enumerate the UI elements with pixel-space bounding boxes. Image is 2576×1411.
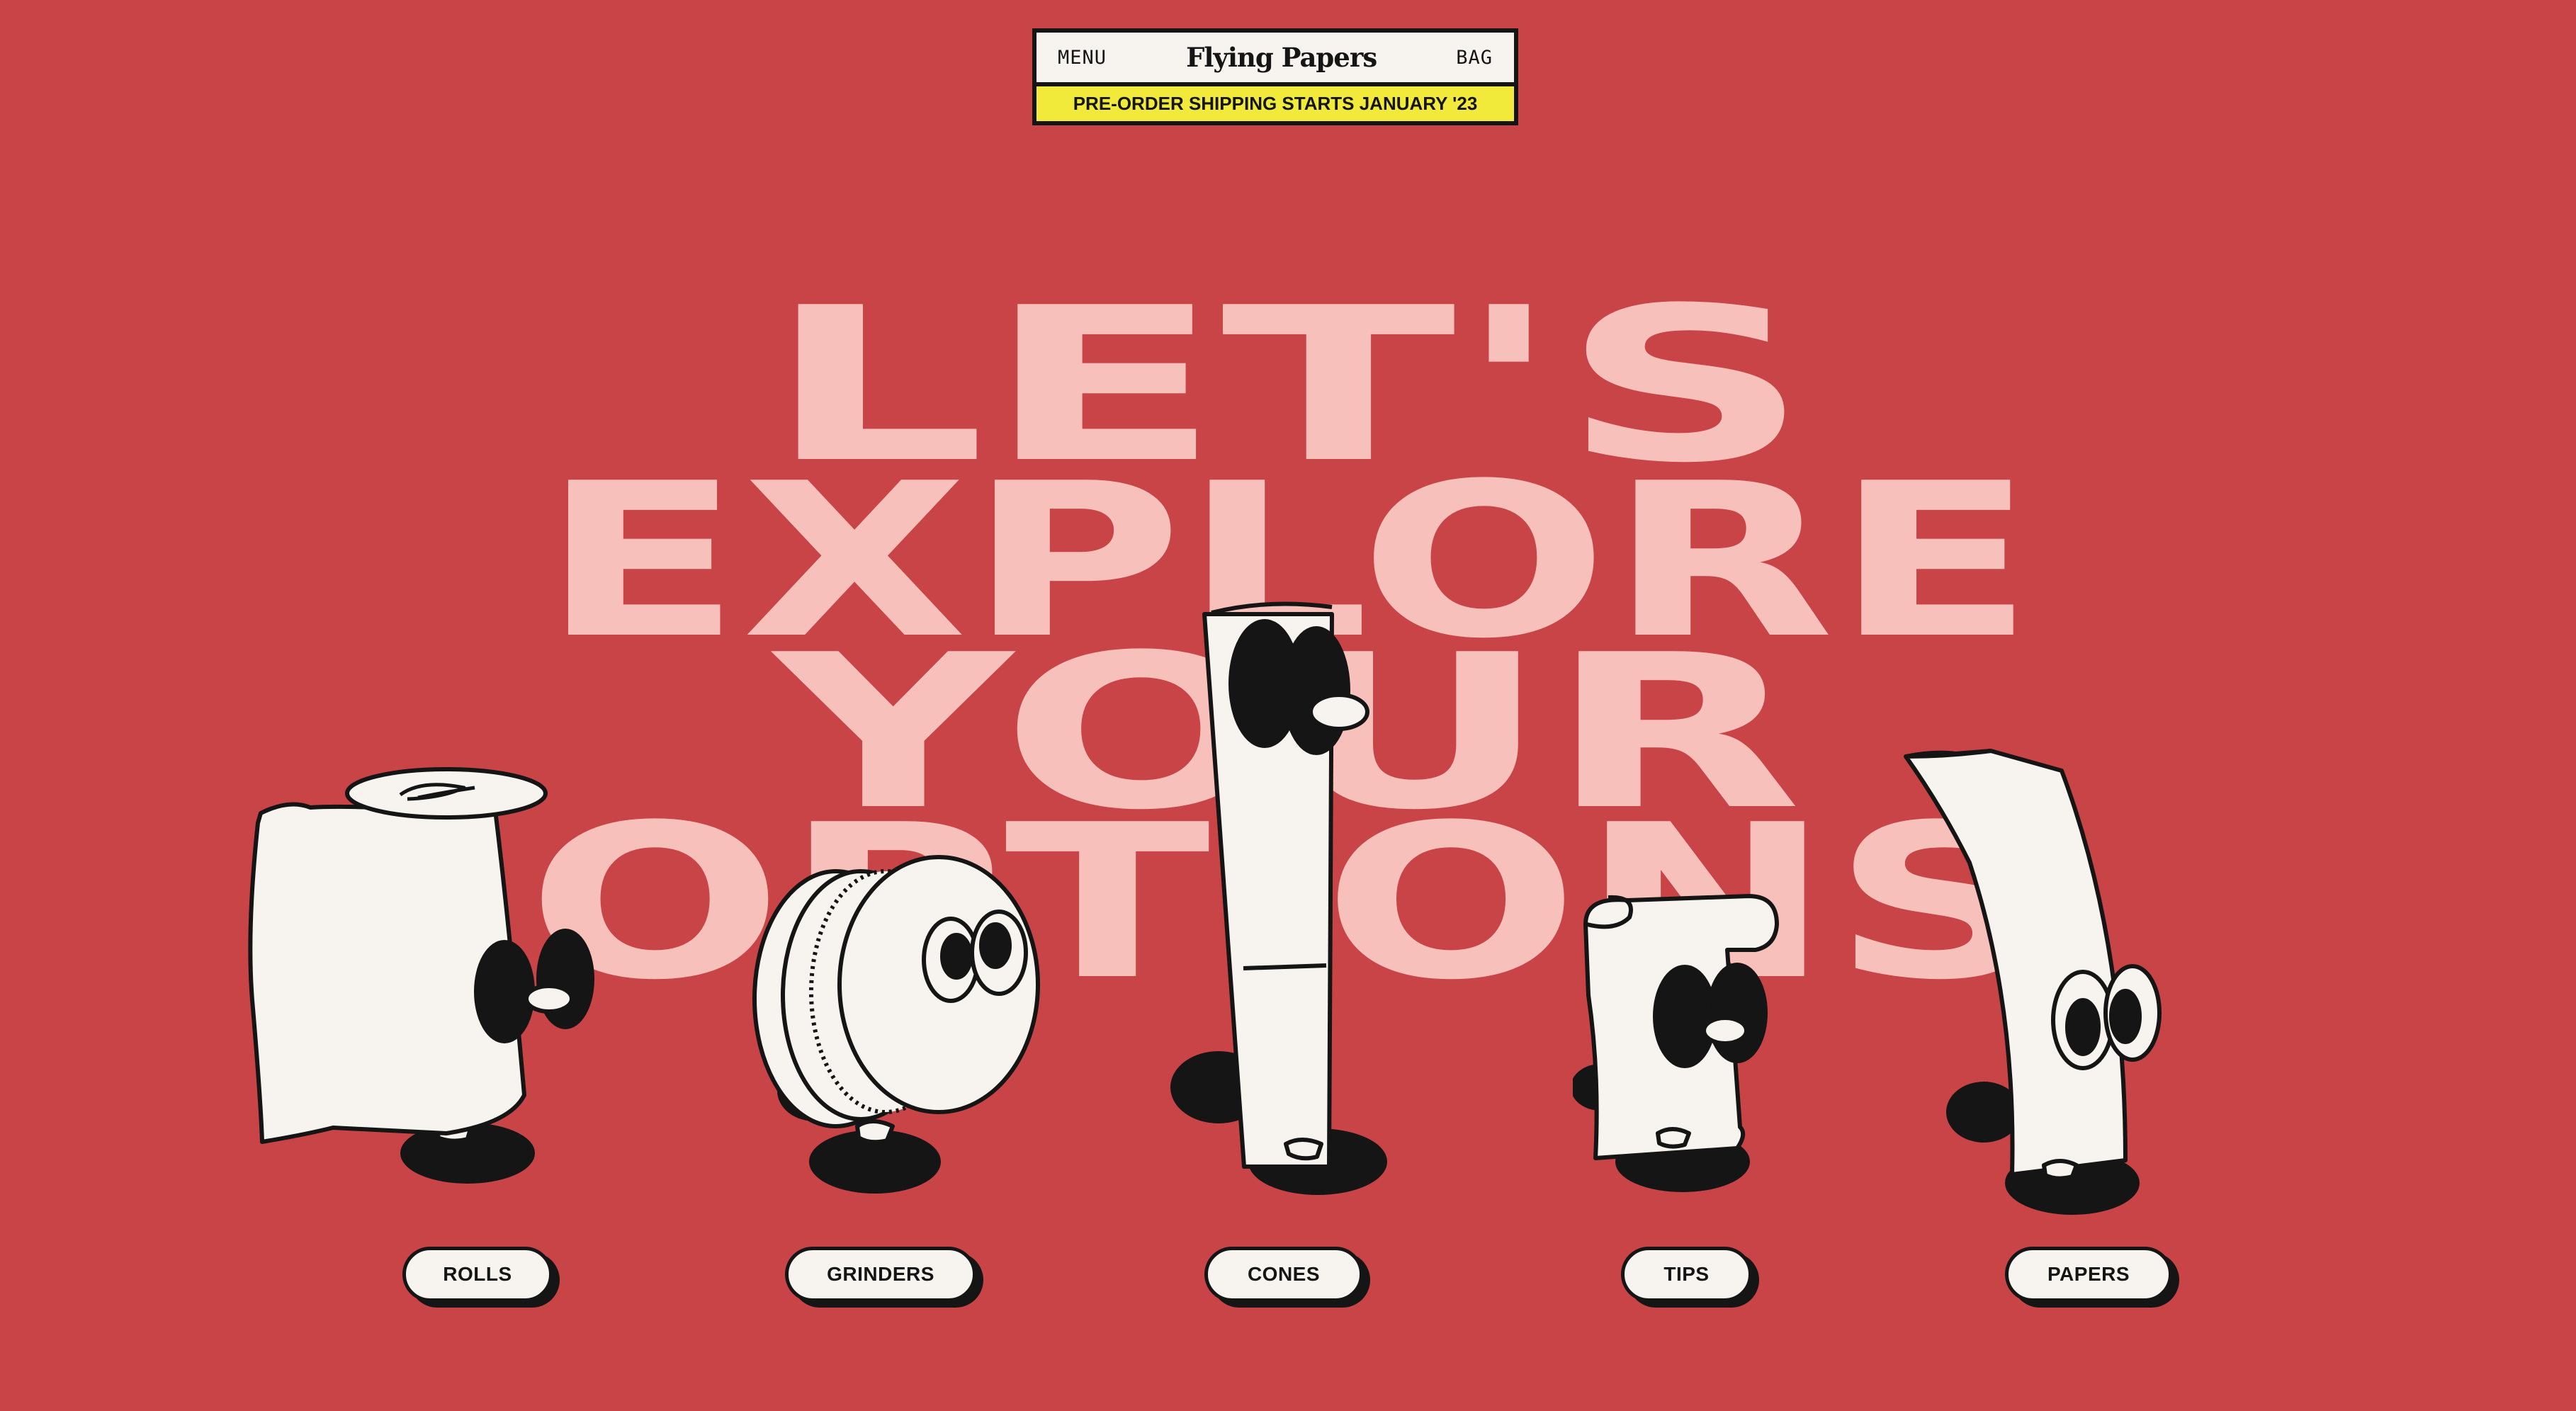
- category-papers-button[interactable]: PAPERS: [2005, 1247, 2172, 1302]
- papers-character-icon[interactable]: [1892, 737, 2175, 1225]
- header-nav: MENU Flying Papers BAG: [1036, 33, 1514, 82]
- headline-line-1: LET'S: [766, 262, 1810, 509]
- tips-character-icon[interactable]: [1573, 882, 1800, 1201]
- category-tips-button[interactable]: TIPS: [1621, 1247, 1752, 1302]
- category-grinders-button[interactable]: GRINDERS: [785, 1247, 976, 1302]
- grinder-character-icon[interactable]: [744, 822, 1084, 1204]
- site-header: MENU Flying Papers BAG PRE-ORDER SHIPPIN…: [1032, 28, 1518, 125]
- category-rolls-button[interactable]: ROLLS: [402, 1247, 553, 1302]
- rolls-character-icon[interactable]: [248, 751, 616, 1204]
- brand-logo[interactable]: Flying Papers: [1186, 42, 1377, 73]
- cone-character-icon[interactable]: [1162, 591, 1403, 1201]
- category-cones-button[interactable]: CONES: [1204, 1247, 1363, 1302]
- promo-banner[interactable]: PRE-ORDER SHIPPING STARTS JANUARY '23: [1036, 82, 1514, 121]
- menu-button[interactable]: MENU: [1058, 47, 1107, 69]
- bag-button[interactable]: BAG: [1456, 47, 1493, 69]
